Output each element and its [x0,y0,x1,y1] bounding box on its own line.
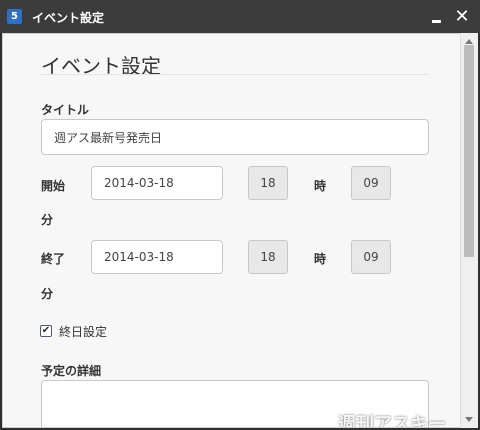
end-date-input[interactable]: 2014-03-18 [91,240,223,274]
start-minute-unit: 分 [41,213,54,227]
minimize-button[interactable] [426,7,448,27]
scroll-down-icon[interactable] [465,417,473,422]
window-titlebar: 5 イベント設定 ✕ [0,0,480,33]
title-label: タイトル [41,103,90,117]
checkbox-check-icon: ✔ [41,325,51,336]
title-input[interactable]: 週アス最新号発売日 [41,119,429,155]
watermark-logo: 週刊アスキー [338,414,446,428]
start-label: 開始 [41,179,66,193]
event-settings-panel: イベント設定 タイトル 週アス最新号発売日 開始 2014-03-18 18 時… [2,33,460,428]
end-hour-input[interactable]: 18 [248,240,288,274]
all-day-checkbox[interactable]: ✔ [40,325,52,337]
start-hour-unit: 時 [314,179,327,193]
start-date-input[interactable]: 2014-03-18 [91,166,223,200]
all-day-label: 終日設定 [59,325,108,339]
end-minute-unit: 分 [41,287,54,301]
start-minute-input[interactable]: 09 [351,166,391,200]
end-label: 終了 [41,252,66,266]
title-divider [41,74,429,75]
vertical-scrollbar[interactable] [460,33,478,428]
app-icon: 5 [7,9,22,24]
close-button[interactable]: ✕ [451,6,473,28]
details-label: 予定の詳細 [41,364,102,378]
scrollbar-thumb[interactable] [464,45,474,257]
start-hour-input[interactable]: 18 [248,166,288,200]
end-minute-input[interactable]: 09 [351,240,391,274]
scroll-up-icon[interactable] [465,39,473,44]
window-title: イベント設定 [32,11,105,25]
end-hour-unit: 時 [314,252,327,266]
